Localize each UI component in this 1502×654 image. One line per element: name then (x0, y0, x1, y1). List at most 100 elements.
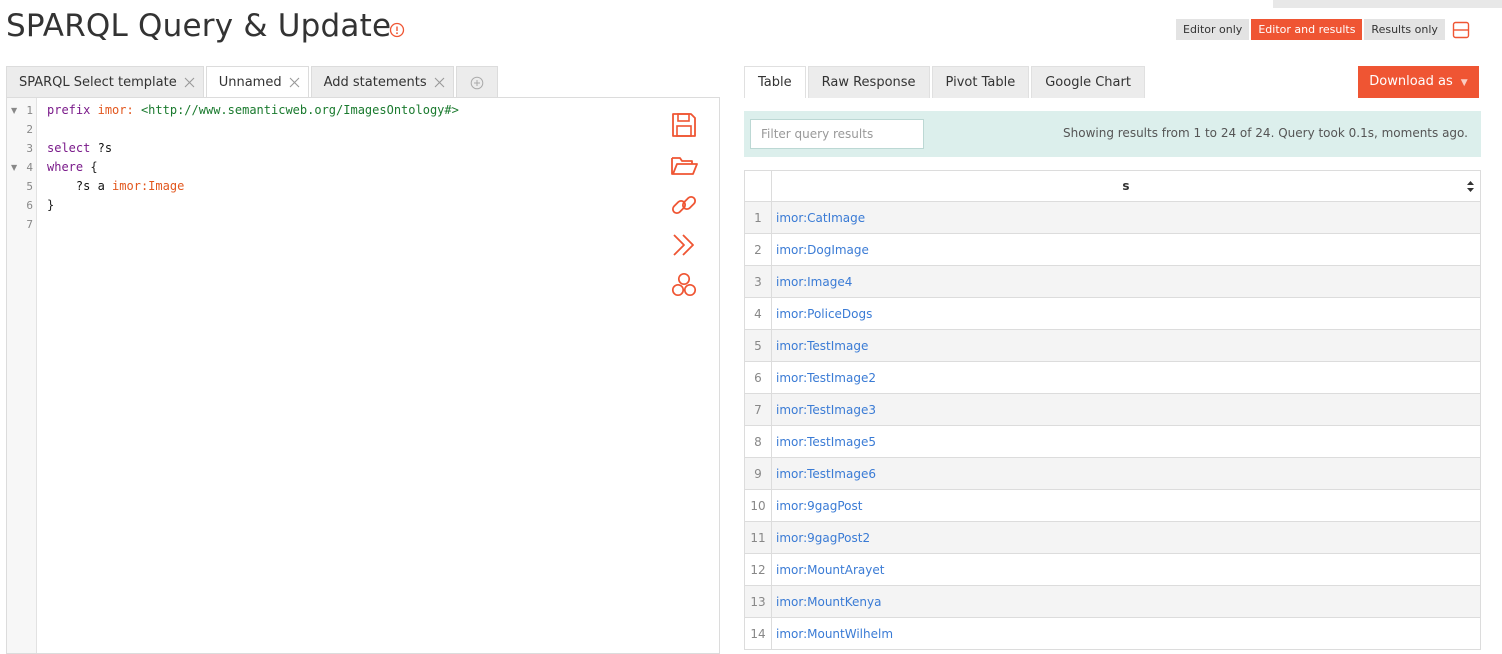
result-cell: imor:TestImage (771, 329, 1481, 362)
view-mode-switch: Editor only Editor and results Results o… (1176, 19, 1445, 40)
result-link[interactable]: imor:CatImage (776, 211, 865, 225)
table-row: 4 imor:PoliceDogs (744, 297, 1481, 330)
filter-input[interactable] (750, 119, 924, 149)
row-index: 14 (744, 617, 772, 650)
keyword: prefix (47, 103, 91, 117)
tab-unnamed[interactable]: Unnamed (205, 66, 309, 98)
editor-tabs: SPARQL Select template Unnamed Add state… (6, 66, 498, 98)
link-icon[interactable] (669, 190, 699, 220)
code-line-4[interactable]: where { (47, 158, 98, 177)
result-link[interactable]: imor:9gagPost (776, 499, 862, 513)
code-line-1[interactable]: prefix imor: <http://www.semanticweb.org… (47, 101, 459, 120)
result-cell: imor:TestImage2 (771, 361, 1481, 394)
tab-sparql-select-template[interactable]: SPARQL Select template (6, 66, 204, 98)
prefix-name: imor: (97, 103, 134, 117)
result-link[interactable]: imor:DogImage (776, 243, 869, 257)
keyword: select (47, 141, 91, 155)
result-cell: imor:MountKenya (771, 585, 1481, 618)
result-link[interactable]: imor:TestImage6 (776, 467, 876, 481)
iri: <http://www.semanticweb.org/ImagesOntolo… (140, 103, 459, 117)
tab-table[interactable]: Table (744, 66, 806, 98)
query-editor[interactable]: ▼ 1 2 3 ▼ 4 5 6 7 prefix imor: <http://w… (6, 97, 720, 654)
editor-only-button[interactable]: Editor only (1176, 19, 1250, 40)
close-icon[interactable] (434, 77, 445, 88)
line-number: 1 (26, 104, 33, 117)
column-header-s[interactable]: s (771, 170, 1481, 202)
line-number: 2 (26, 123, 33, 136)
open-folder-icon[interactable] (669, 150, 699, 180)
page-title: SPARQL Query & Update (6, 8, 392, 44)
download-as-button[interactable]: Download as ▼ (1358, 66, 1479, 98)
line-number: 7 (26, 218, 33, 231)
tab-google-chart[interactable]: Google Chart (1031, 66, 1145, 98)
results-only-button[interactable]: Results only (1364, 19, 1445, 40)
line-number: 5 (26, 180, 33, 193)
table-row: 2 imor:DogImage (744, 233, 1481, 266)
result-cell: imor:PoliceDogs (771, 297, 1481, 330)
share-icon[interactable] (669, 270, 699, 300)
line-gutter: ▼ 1 2 3 ▼ 4 5 6 7 (7, 98, 37, 653)
row-index: 3 (744, 265, 772, 298)
result-cell: imor:TestImage6 (771, 457, 1481, 490)
result-cell: imor:MountArayet (771, 553, 1481, 586)
result-link[interactable]: imor:MountKenya (776, 595, 881, 609)
result-link[interactable]: imor:TestImage3 (776, 403, 876, 417)
plus-circle-icon (470, 76, 483, 89)
tab-raw-response[interactable]: Raw Response (807, 66, 930, 98)
top-strip (1273, 0, 1502, 8)
result-link[interactable]: imor:TestImage5 (776, 435, 876, 449)
result-link[interactable]: imor:PoliceDogs (776, 307, 872, 321)
horizontal-layout-icon[interactable] (1452, 21, 1470, 39)
run-icon[interactable] (669, 230, 699, 260)
triple-object: imor:Image (112, 179, 185, 193)
table-row: 1 imor:CatImage (744, 201, 1481, 234)
tab-pivot-table[interactable]: Pivot Table (931, 66, 1030, 98)
sort-icon[interactable] (1466, 180, 1475, 193)
table-row: 14 imor:MountWilhelm (744, 617, 1481, 650)
code-line-6[interactable]: } (47, 196, 54, 215)
result-link[interactable]: imor:9gagPost2 (776, 531, 870, 545)
row-index: 1 (744, 201, 772, 234)
result-link[interactable]: imor:TestImage2 (776, 371, 876, 385)
editor-and-results-button[interactable]: Editor and results (1251, 19, 1363, 40)
row-index: 12 (744, 553, 772, 586)
row-index: 4 (744, 297, 772, 330)
table-row: 7 imor:TestImage3 (744, 393, 1481, 426)
result-link[interactable]: imor:Image4 (776, 275, 852, 289)
add-tab-button[interactable] (455, 66, 498, 98)
info-icon[interactable] (389, 22, 405, 38)
line-number: 4 (26, 161, 33, 174)
result-link[interactable]: imor:MountWilhelm (776, 627, 893, 641)
table-row: 12 imor:MountArayet (744, 553, 1481, 586)
row-index: 8 (744, 425, 772, 458)
triple-subject: ?s a (75, 179, 105, 193)
table-row: 13 imor:MountKenya (744, 585, 1481, 618)
results-status: Showing results from 1 to 24 of 24. Quer… (1063, 126, 1468, 140)
table-row: 3 imor:Image4 (744, 265, 1481, 298)
tab-label: Unnamed (218, 75, 282, 90)
code-line-5[interactable]: ?s a imor:Image (47, 177, 184, 196)
line-number: 6 (26, 199, 33, 212)
download-label: Download as (1369, 74, 1453, 89)
row-index: 13 (744, 585, 772, 618)
table-header-row: s (744, 170, 1481, 202)
row-index: 11 (744, 521, 772, 554)
result-link[interactable]: imor:MountArayet (776, 563, 884, 577)
close-icon[interactable] (289, 77, 300, 88)
save-icon[interactable] (669, 110, 699, 140)
result-cell: imor:9gagPost (771, 489, 1481, 522)
result-cell: imor:TestImage5 (771, 425, 1481, 458)
result-link[interactable]: imor:TestImage (776, 339, 868, 353)
brace: } (47, 198, 55, 212)
table-row: 10 imor:9gagPost (744, 489, 1481, 522)
close-icon[interactable] (184, 77, 195, 88)
variable: ?s (97, 141, 113, 155)
table-row: 6 imor:TestImage2 (744, 361, 1481, 394)
row-index: 7 (744, 393, 772, 426)
results-table: s 1 imor:CatImage 2 imor:DogImage 3 imor:Im… (744, 170, 1481, 650)
row-index: 2 (744, 233, 772, 266)
chevron-down-icon: ▼ (1460, 78, 1468, 88)
column-header-label: s (1122, 179, 1130, 193)
code-line-3[interactable]: select ?s (47, 139, 112, 158)
tab-add-statements[interactable]: Add statements (310, 66, 454, 98)
